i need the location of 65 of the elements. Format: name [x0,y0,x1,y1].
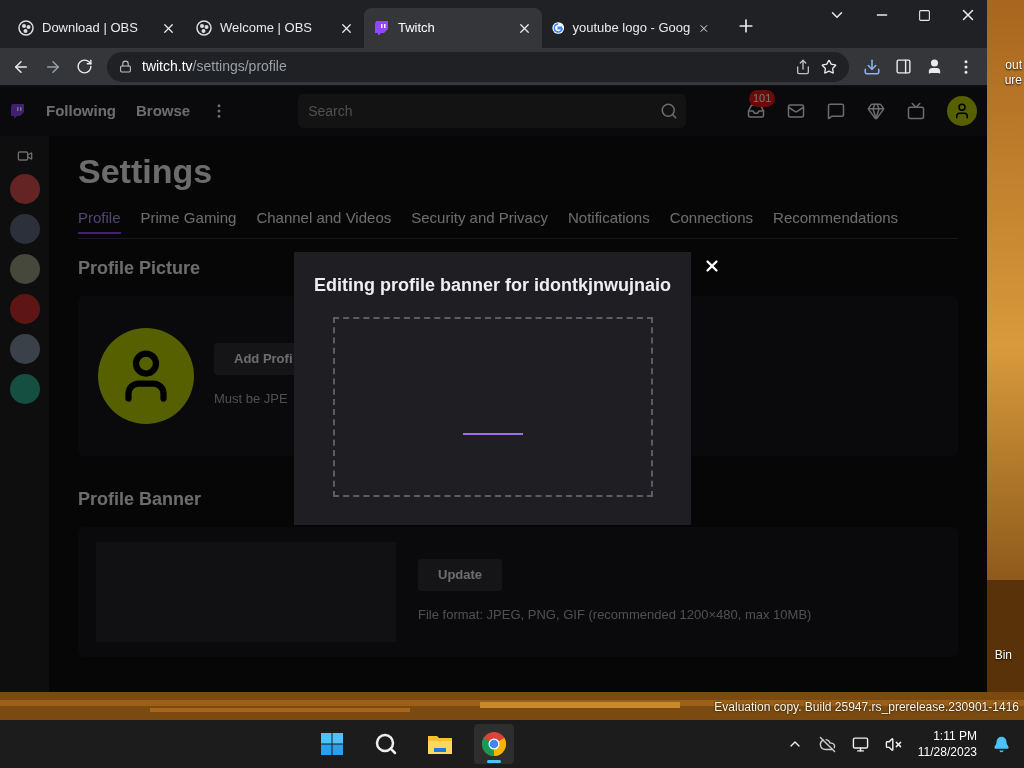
url-text: twitch.tv/settings/profile [142,57,288,76]
tab-title: youtube logo - Goog [572,19,691,38]
side-panel-icon[interactable] [895,58,912,75]
address-bar[interactable]: twitch.tv/settings/profile [107,51,849,82]
nav-link[interactable]: Following [46,99,116,123]
profile-icon[interactable] [926,58,943,75]
gem-icon[interactable] [867,102,885,120]
section-heading: Profile Banner [78,487,202,511]
settings-tab[interactable]: Recommendations [773,207,899,234]
cloud-off-icon[interactable] [818,735,836,753]
chat-icon[interactable] [827,102,845,120]
taskbar-app[interactable] [474,724,515,764]
person-icon [953,102,971,120]
settings-tab[interactable]: Connections [669,207,754,234]
twitch-logo-icon [374,20,390,36]
date-text: 11/28/2023 [917,744,977,760]
folder-icon[interactable] [427,733,454,755]
tab-title: Download | OBS [42,19,139,38]
maximize-icon[interactable] [918,8,931,22]
g-logo-icon [552,20,565,36]
search-icon[interactable] [374,732,399,756]
settings-tab[interactable]: Profile [78,207,121,234]
hint-text: Must be JPE [214,389,289,408]
settings-tab[interactable]: Notifications [567,207,650,234]
search-icon [660,102,679,120]
reload-icon[interactable] [76,58,93,75]
network-icon[interactable] [851,735,869,753]
settings-tab[interactable]: Channel and Videos [256,207,392,234]
clock[interactable]: 1:11 PM 11/28/2023 [917,728,977,760]
nav-link[interactable]: Browse [136,99,191,123]
circle-logo-icon [196,20,212,36]
browser-tab[interactable]: youtube logo - Goog [542,8,720,48]
close-icon[interactable] [703,257,721,275]
mail-icon[interactable] [787,102,805,120]
twitch-logo-icon [10,103,26,119]
notification-badge: 101 [749,90,776,107]
search-field[interactable]: Search [298,94,653,128]
section-heading: Profile Picture [78,256,201,280]
browser-tab[interactable]: Welcome | OBS [186,8,364,48]
star-icon[interactable] [821,58,837,75]
share-icon[interactable] [795,58,811,75]
download-icon[interactable] [863,57,881,76]
page-title: Settings [78,151,213,192]
user-avatar[interactable] [947,96,977,126]
update-button[interactable]: Update [418,559,503,591]
tab-title: Welcome | OBS [220,19,313,38]
watermark-text: Evaluation copy. Build 25947.rs_prerelease.230901-1416 [714,700,1019,715]
settings-tab[interactable]: Prime Gaming [140,207,237,234]
inbox-icon[interactable] [747,102,765,120]
bell-icon[interactable] [993,735,1010,753]
volume-muted-icon[interactable] [884,735,902,753]
hint-text: File format: JPEG, PNG, GIF (recommended 1200×480, max 10MB) [418,605,812,624]
circle-logo-icon [18,20,34,36]
settings-tab[interactable]: Security and Privacy [411,207,548,234]
search-button[interactable] [652,94,687,128]
tv-icon[interactable] [907,102,925,120]
windows-logo-icon[interactable] [320,732,345,756]
modal-title: Editing profile banner for idontkjnwujnaio [314,274,671,297]
time-text: 1:11 PM [933,728,977,744]
browser-tab[interactable]: Download | OBS [8,8,186,48]
video-icon [16,148,33,164]
browser-tab[interactable]: Twitch [364,8,542,48]
chrome-logo-icon[interactable] [481,731,508,757]
lock-icon [119,60,132,73]
tab-title: Twitch [398,19,436,38]
